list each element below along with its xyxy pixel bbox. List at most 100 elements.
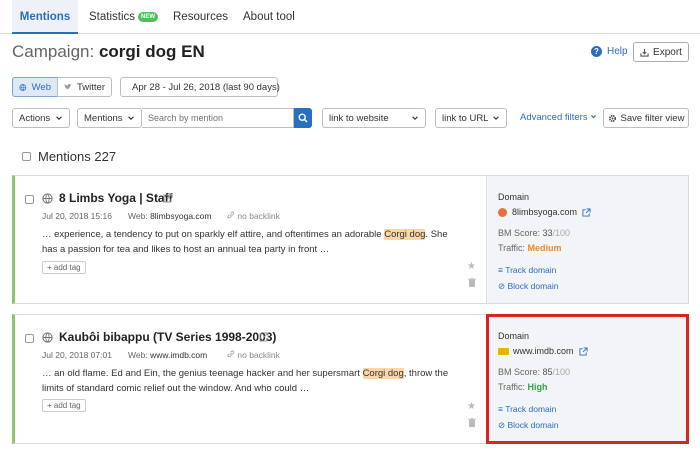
advanced-filters-label: Advanced filters [520, 112, 588, 123]
bm-score-max: /100 [552, 228, 571, 238]
domain-site: 8limbsyoga.com [498, 207, 591, 217]
save-filter-view-button[interactable]: Save filter view [603, 108, 689, 128]
source-twitter-toggle[interactable]: Twitter [57, 77, 112, 97]
link-to-website-dropdown[interactable]: link to website [322, 108, 426, 128]
date-range-picker[interactable]: Apr 28 - Jul 26, 2018 (last 90 days) [120, 77, 280, 97]
top-tabs: Mentions Statistics NEW Resources About t… [0, 0, 700, 34]
chevron-down-icon [128, 116, 134, 120]
block-domain-label: Block domain [507, 281, 559, 291]
mentions-count: Mentions 227 [38, 149, 117, 164]
backlink-label: no backlink [237, 350, 280, 360]
export-button[interactable]: Export [633, 42, 689, 62]
chevron-down-icon [493, 116, 499, 120]
backlink-status: no backlink [227, 211, 280, 221]
snippet-text: … experience, a tendency to put on spark… [42, 229, 385, 240]
export-icon [640, 48, 649, 57]
keyword-highlight: Corgi dog [384, 229, 426, 240]
mentions-type-label: Mentions [84, 112, 123, 124]
backlink-label: no backlink [237, 211, 280, 221]
new-badge: NEW [138, 12, 159, 22]
highlight-annotation-box [486, 314, 689, 444]
link-to-url-label: link to URL [442, 112, 489, 124]
globe-icon [42, 332, 53, 343]
add-tag-button[interactable]: + add tag [42, 399, 86, 412]
track-domain-label: Track domain [505, 265, 557, 275]
mention-title[interactable]: 8 Limbs Yoga | Staff [59, 191, 173, 205]
search-input[interactable] [142, 108, 294, 128]
globe-icon [19, 83, 27, 91]
select-all-checkbox[interactable] [22, 152, 31, 161]
keyword-highlight: Corgi dog [362, 368, 404, 379]
chevron-down-icon [412, 116, 418, 120]
block-icon: ⊘ [498, 281, 506, 291]
block-domain-link[interactable]: ⊘ Block domain [498, 281, 559, 292]
actions-dropdown[interactable]: Actions [12, 108, 70, 128]
bm-score: BM Score: 33/100 [498, 228, 570, 238]
link-icon [227, 350, 235, 358]
mention-snippet: … experience, a tendency to put on spark… [42, 227, 462, 257]
track-icon: ≡ [498, 265, 503, 275]
mention-date: Jul 20, 2018 07:01 [42, 350, 112, 360]
link-icon [227, 211, 235, 219]
mention-web-domain: 8limbsyoga.com [150, 211, 212, 221]
tab-resources[interactable]: Resources [173, 0, 228, 34]
page-title: Campaign: corgi dog EN [12, 42, 205, 62]
mention-web: Web: www.imdb.com [128, 350, 207, 360]
external-link-icon[interactable] [582, 207, 591, 217]
campaign-label: Campaign: [12, 42, 95, 61]
mention-date: Jul 20, 2018 15:16 [42, 211, 112, 221]
search-button[interactable] [294, 108, 312, 128]
bm-score-value: 33 [542, 228, 553, 238]
mention-web: Web: 8limbsyoga.com [128, 211, 211, 221]
traffic-label: Traffic: [498, 243, 526, 253]
search-icon [298, 113, 308, 123]
domain-panel: Domain 8limbsyoga.com BM Score: 33/100 T… [486, 176, 688, 303]
campaign-name: corgi dog EN [98, 42, 205, 61]
star-icon[interactable]: ★ [467, 261, 476, 272]
backlink-status: no backlink [227, 350, 280, 360]
domain-name[interactable]: 8limbsyoga.com [512, 207, 577, 217]
date-range-label: Apr 28 - Jul 26, 2018 (last 90 days) [132, 81, 280, 93]
help-icon: ? [591, 46, 602, 57]
snippet-text: … an old flame. Ed and Ein, the genius t… [42, 368, 363, 379]
globe-icon [42, 193, 53, 204]
mention-card: 8 Limbs Yoga | Staff Jul 20, 2018 15:16 … [12, 175, 689, 304]
star-icon[interactable]: ★ [467, 401, 476, 412]
actions-label: Actions [19, 112, 51, 124]
site-favicon [498, 207, 507, 217]
mention-web-label: Web: [128, 211, 148, 221]
chevron-down-icon [591, 115, 597, 119]
external-link-icon[interactable] [163, 193, 173, 203]
trash-icon[interactable] [468, 418, 476, 430]
tab-mentions[interactable]: Mentions [12, 0, 78, 34]
mention-checkbox[interactable] [25, 334, 34, 343]
mention-web-label: Web: [128, 350, 148, 360]
traffic-value: Medium [527, 243, 562, 253]
source-web-toggle[interactable]: Web [12, 77, 58, 97]
source-twitter-label: Twitter [77, 81, 105, 93]
tab-statistics[interactable]: Statistics NEW [89, 0, 159, 34]
trash-icon[interactable] [468, 278, 476, 290]
export-label: Export [653, 46, 682, 58]
track-domain-link[interactable]: ≡ Track domain [498, 265, 556, 275]
help-label: Help [607, 46, 628, 57]
mention-checkbox[interactable] [25, 195, 34, 204]
advanced-filters-link[interactable]: Advanced filters [520, 112, 597, 123]
chevron-down-icon [56, 116, 62, 120]
help-link[interactable]: ? Help [591, 46, 628, 57]
link-to-url-dropdown[interactable]: link to URL [435, 108, 507, 128]
mention-title[interactable]: Kaubôi bibappu (TV Series 1998-2003) [59, 330, 276, 344]
add-tag-button[interactable]: + add tag [42, 261, 86, 274]
save-filter-view-label: Save filter view [620, 112, 685, 124]
mention-web-domain: www.imdb.com [150, 350, 208, 360]
mentions-type-dropdown[interactable]: Mentions [77, 108, 142, 128]
link-to-website-label: link to website [329, 112, 389, 124]
external-link-icon[interactable] [259, 332, 269, 342]
twitter-icon [64, 83, 72, 90]
bm-score-label: BM Score: [498, 228, 541, 238]
mention-snippet: … an old flame. Ed and Ein, the genius t… [42, 366, 462, 396]
gear-icon [608, 114, 616, 122]
domain-label: Domain [498, 192, 530, 202]
traffic: Traffic: Medium [498, 243, 562, 253]
tab-about-tool[interactable]: About tool [243, 0, 295, 34]
